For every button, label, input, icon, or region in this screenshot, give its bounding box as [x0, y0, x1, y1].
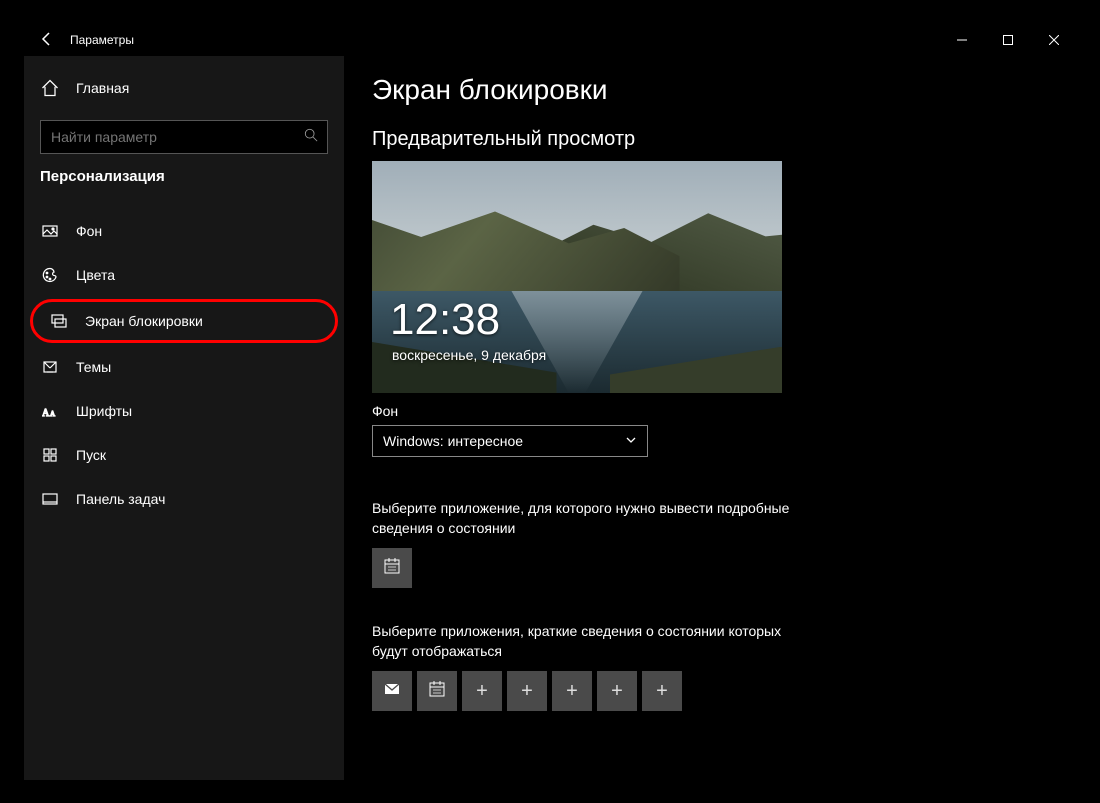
sidebar-home-label: Главная — [76, 80, 129, 96]
plus-icon: + — [656, 680, 668, 703]
titlebar: Параметры — [24, 24, 1077, 56]
svg-text:A: A — [50, 410, 55, 418]
sidebar-item-label: Темы — [76, 359, 111, 375]
sidebar-item-label: Экран блокировки — [85, 313, 203, 329]
taskbar-icon — [40, 491, 60, 507]
quick-status-text: Выберите приложения, краткие сведения о … — [372, 622, 792, 661]
palette-icon — [40, 267, 60, 283]
quick-status-add-1[interactable]: + — [462, 671, 502, 711]
background-dropdown[interactable]: Windows: интересное — [372, 425, 648, 457]
lockscreen-icon — [49, 313, 69, 329]
sidebar-category: Персонализация — [24, 168, 344, 195]
quick-status-app-calendar[interactable] — [417, 671, 457, 711]
sidebar-item-lockscreen[interactable]: Экран блокировки — [30, 299, 338, 343]
picture-icon — [40, 223, 60, 239]
sidebar-item-start[interactable]: Пуск — [24, 433, 344, 477]
background-label: Фон — [372, 403, 1049, 419]
start-icon — [40, 447, 60, 463]
sidebar-item-taskbar[interactable]: Панель задач — [24, 477, 344, 521]
window-title: Параметры — [70, 33, 134, 47]
minimize-button[interactable] — [939, 24, 985, 56]
calendar-icon — [428, 680, 446, 703]
sidebar-item-background[interactable]: Фон — [24, 209, 344, 253]
sidebar-item-label: Фон — [76, 223, 102, 239]
preview-date: воскресенье, 9 декабря — [392, 347, 546, 363]
quick-status-app-mail[interactable] — [372, 671, 412, 711]
preview-time: 12:38 — [390, 295, 500, 345]
plus-icon: + — [611, 680, 623, 703]
sidebar-item-label: Панель задач — [76, 491, 165, 507]
calendar-icon — [383, 557, 401, 580]
sidebar-item-label: Цвета — [76, 267, 115, 283]
lockscreen-preview: 12:38 воскресенье, 9 декабря — [372, 161, 782, 393]
sidebar-item-colors[interactable]: Цвета — [24, 253, 344, 297]
window-controls — [939, 24, 1077, 56]
sidebar: Главная Персонализация Фон Цвета — [24, 56, 344, 780]
quick-status-add-3[interactable]: + — [552, 671, 592, 711]
mail-icon — [383, 680, 401, 703]
home-icon — [40, 78, 60, 98]
maximize-button[interactable] — [985, 24, 1031, 56]
main-panel: Экран блокировки Предварительный просмот… — [344, 56, 1077, 780]
settings-window: Параметры Главная Пе — [24, 24, 1077, 780]
sidebar-item-themes[interactable]: Темы — [24, 345, 344, 389]
close-button[interactable] — [1031, 24, 1077, 56]
sidebar-item-label: Пуск — [76, 447, 106, 463]
quick-status-add-4[interactable]: + — [597, 671, 637, 711]
dropdown-value: Windows: интересное — [383, 433, 523, 449]
plus-icon: + — [521, 680, 533, 703]
quick-status-add-5[interactable]: + — [642, 671, 682, 711]
quick-status-add-2[interactable]: + — [507, 671, 547, 711]
search-input[interactable] — [40, 120, 328, 154]
sidebar-item-label: Шрифты — [76, 403, 132, 419]
plus-icon: + — [476, 680, 488, 703]
themes-icon — [40, 359, 60, 375]
back-button[interactable] — [24, 31, 70, 50]
fonts-icon: AA — [40, 403, 60, 419]
sidebar-item-fonts[interactable]: AA Шрифты — [24, 389, 344, 433]
svg-text:A: A — [42, 408, 50, 419]
preview-label: Предварительный просмотр — [372, 128, 1049, 151]
detailed-status-app-button[interactable] — [372, 548, 412, 588]
sidebar-home[interactable]: Главная — [24, 66, 344, 110]
plus-icon: + — [566, 680, 578, 703]
chevron-down-icon — [625, 434, 637, 449]
search-icon — [304, 128, 318, 147]
page-title: Экран блокировки — [372, 74, 1049, 106]
detailed-status-text: Выберите приложение, для которого нужно … — [372, 499, 792, 538]
